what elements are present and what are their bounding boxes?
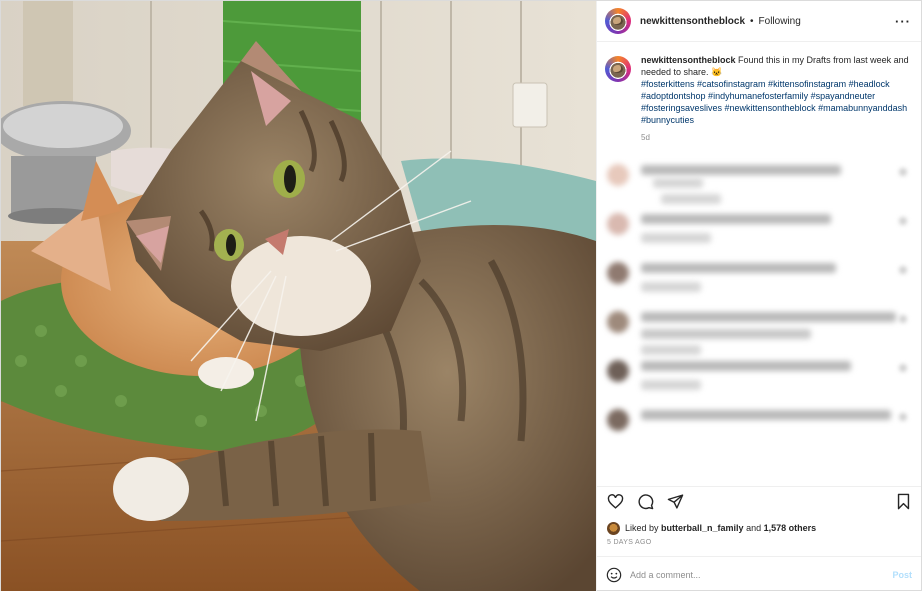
heart-icon[interactable]	[606, 493, 624, 511]
likes-prefix: Liked by	[625, 523, 659, 533]
comment-row	[605, 254, 913, 303]
comment-avatar	[607, 164, 629, 186]
add-comment-bar: Post	[597, 556, 921, 591]
comment-like-icon[interactable]	[899, 315, 907, 323]
caption-time: 5d	[641, 133, 650, 142]
header-separator: •	[750, 15, 754, 27]
comment-like-icon[interactable]	[899, 266, 907, 274]
author-username[interactable]: newkittensontheblock	[640, 16, 745, 27]
comment-like-icon[interactable]	[899, 413, 907, 421]
comment-row	[605, 401, 913, 450]
comment-meta	[661, 194, 721, 204]
author-avatar[interactable]	[605, 8, 631, 34]
instagram-post-modal: newkittensontheblock • Following ··· new…	[0, 0, 922, 591]
liker-username[interactable]: butterball_n_family	[661, 523, 744, 533]
more-options-icon[interactable]: ···	[895, 14, 911, 29]
comment-meta	[641, 233, 711, 243]
comments-section[interactable]: newkittensontheblock Found this in my Dr…	[597, 42, 921, 486]
comment-like-icon[interactable]	[899, 168, 907, 176]
likes-count[interactable]: 1,578 others	[764, 523, 817, 533]
caption-hashtags[interactable]: #fosterkittens #catsofinstagram #kittens…	[641, 78, 911, 126]
post-photo[interactable]	[1, 1, 596, 591]
comment-row	[605, 303, 913, 355]
kittens-photo-illustration	[1, 1, 596, 591]
share-icon[interactable]	[666, 493, 684, 511]
comment-avatar	[607, 213, 629, 235]
comment-row	[605, 205, 913, 254]
bookmark-icon[interactable]	[894, 493, 912, 511]
comment-text	[641, 329, 811, 339]
comment-text	[641, 410, 891, 420]
likes-joiner: and	[746, 523, 762, 533]
comment-avatar	[607, 311, 629, 333]
blurred-comments	[605, 156, 913, 450]
comment-like-icon[interactable]	[899, 364, 907, 372]
action-bar	[597, 486, 921, 516]
liker-avatar[interactable]	[607, 521, 620, 535]
comment-icon[interactable]	[636, 493, 654, 511]
comment-avatar	[607, 409, 629, 431]
comment-row	[605, 156, 913, 205]
comment-text	[641, 214, 831, 224]
comment-meta	[641, 282, 701, 292]
post-side-panel: newkittensontheblock • Following ··· new…	[596, 1, 921, 591]
comment-avatar	[607, 262, 629, 284]
post-caption: newkittensontheblock Found this in my Dr…	[605, 54, 913, 144]
comment-text	[641, 165, 841, 175]
comment-like-icon[interactable]	[899, 217, 907, 225]
caption-body: newkittensontheblock Found this in my Dr…	[641, 54, 911, 144]
caption-username[interactable]: newkittensontheblock	[641, 55, 736, 65]
comment-row	[605, 352, 913, 401]
following-button[interactable]: Following	[759, 16, 801, 27]
comment-text	[641, 263, 836, 273]
post-header: newkittensontheblock • Following ···	[597, 1, 921, 42]
comment-input[interactable]	[630, 569, 893, 580]
caption-avatar[interactable]	[605, 56, 631, 82]
comment-text	[653, 178, 703, 188]
comment-meta	[641, 380, 701, 390]
comment-text	[641, 361, 851, 371]
post-comment-button[interactable]: Post	[892, 570, 912, 580]
comment-avatar	[607, 360, 629, 382]
post-date[interactable]: 5 DAYS AGO	[597, 536, 921, 552]
likes-summary: Liked by butterball_n_family and 1,578 o…	[597, 516, 921, 536]
comment-text	[641, 312, 896, 322]
emoji-icon[interactable]	[606, 567, 622, 583]
